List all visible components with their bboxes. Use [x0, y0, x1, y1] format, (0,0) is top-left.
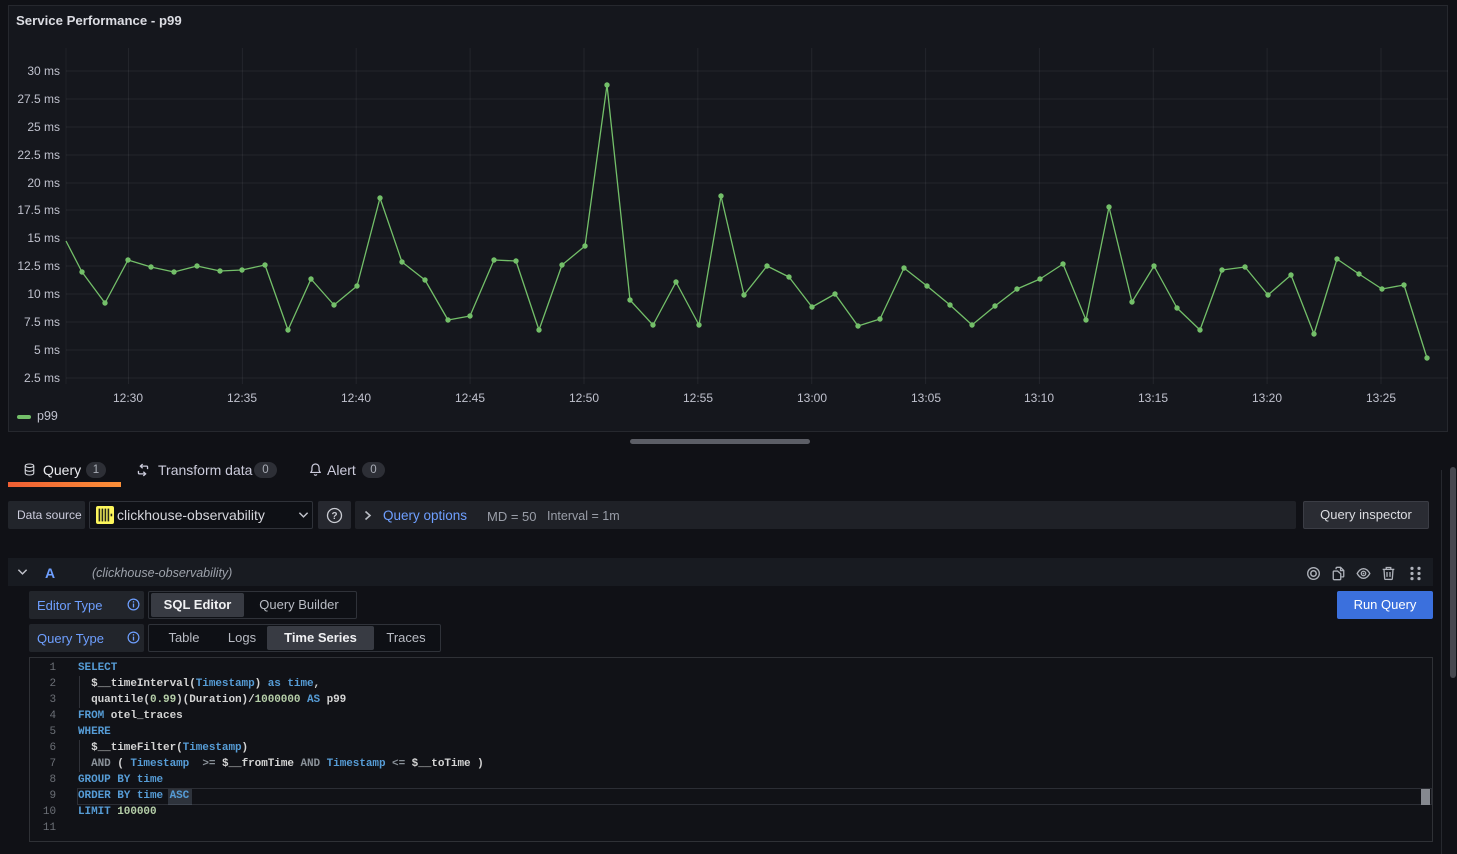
svg-text:?: ? — [331, 511, 337, 522]
